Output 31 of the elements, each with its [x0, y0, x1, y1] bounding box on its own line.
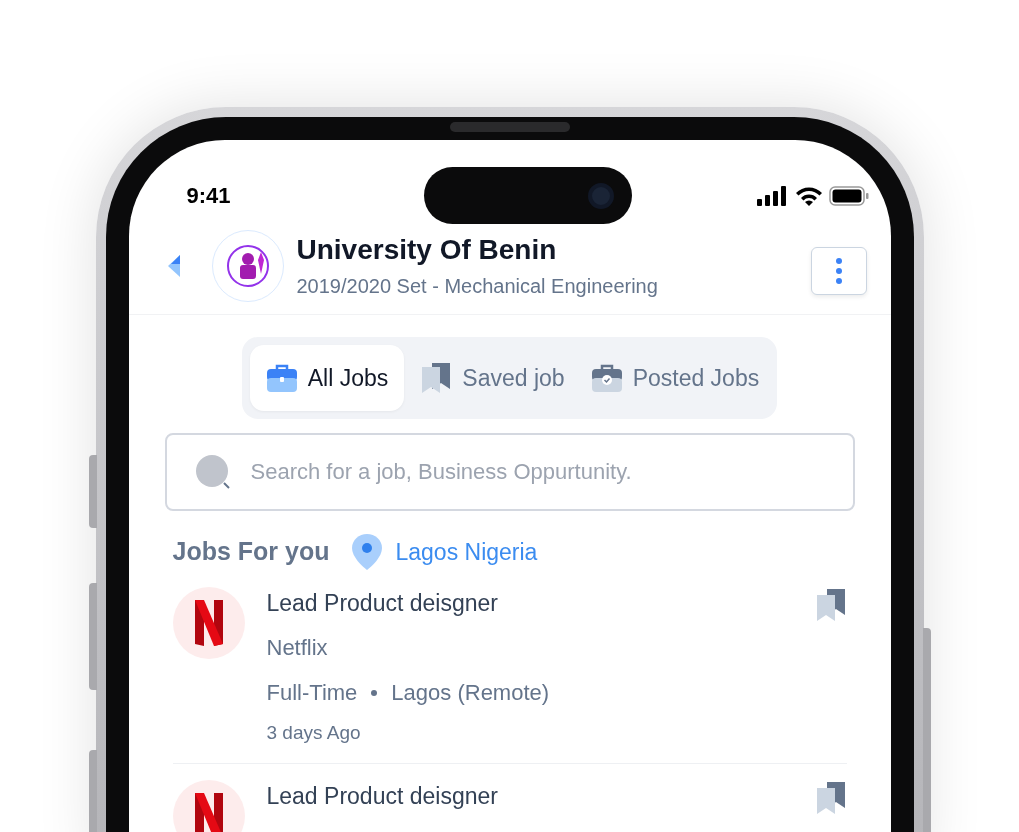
job-location: Lagos (Remote) — [391, 679, 550, 707]
bookmark-icon — [420, 363, 453, 393]
section-title: Jobs For you — [172, 536, 330, 568]
briefcase-icon — [265, 363, 298, 393]
posted-time: 3 days Ago — [266, 721, 362, 745]
bookmark-icon[interactable] — [814, 782, 847, 814]
page-subtitle: 2019/2020 Set - Mechanical Engineering — [296, 274, 659, 299]
tab[interactable]: Saved job — [410, 345, 575, 411]
job-title[interactable]: Lead Product deisgner — [266, 780, 793, 812]
back-icon — [166, 253, 181, 279]
job-title[interactable]: Lead Product deisgner — [266, 587, 793, 619]
briefcase-check-icon — [590, 363, 623, 393]
camera-icon — [587, 182, 614, 209]
company-name: Netflix — [266, 634, 329, 662]
tab[interactable]: All Jobs — [249, 345, 405, 411]
logo-icon — [194, 793, 223, 832]
battery-icon — [828, 185, 869, 206]
wifi-icon — [794, 185, 823, 206]
search-field[interactable]: Search for a job, Business Oppurtunity. — [164, 433, 855, 511]
crest-icon — [224, 244, 271, 288]
tab[interactable]: Posted Jobs — [580, 345, 770, 411]
logo-icon — [194, 600, 223, 646]
job-type: Full-Time — [266, 679, 358, 707]
page-title: University Of Benin — [296, 233, 558, 267]
signal-icon — [756, 185, 789, 206]
more-button[interactable] — [810, 247, 867, 295]
search-icon — [194, 454, 231, 490]
more-icon — [834, 257, 843, 285]
bookmark-icon[interactable] — [814, 589, 847, 621]
status-time: 9:41 — [186, 182, 232, 210]
location-pin-icon — [351, 533, 384, 571]
